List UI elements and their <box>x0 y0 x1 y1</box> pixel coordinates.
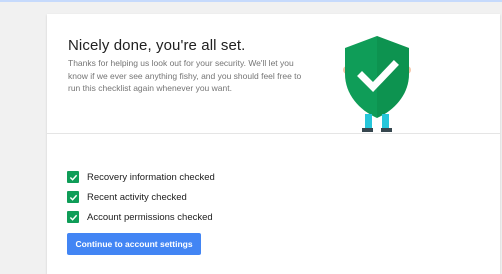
page-title: Nicely done, you're all set. <box>68 37 246 54</box>
checklist-item-label: Recent activity checked <box>87 191 187 203</box>
list-item: Recovery information checked <box>67 167 215 187</box>
completion-banner: Nicely done, you're all set. Thanks for … <box>47 14 500 134</box>
checklist-item-label: Account permissions checked <box>87 211 213 223</box>
checklist-item-label: Recovery information checked <box>87 171 215 183</box>
shield-checkmark-icon <box>343 36 411 132</box>
checkbox-checked-icon <box>67 191 79 203</box>
top-accent-bar <box>0 0 502 2</box>
page-description: Thanks for helping us look out for your … <box>68 58 302 93</box>
checkbox-checked-icon <box>67 211 79 223</box>
list-item: Account permissions checked <box>67 207 215 227</box>
checklist: Recovery information checked Recent acti… <box>67 167 215 227</box>
continue-to-account-settings-button[interactable]: Continue to account settings <box>67 233 201 255</box>
checkbox-checked-icon <box>67 171 79 183</box>
security-checkup-card: Nicely done, you're all set. Thanks for … <box>47 14 500 274</box>
list-item: Recent activity checked <box>67 187 215 207</box>
